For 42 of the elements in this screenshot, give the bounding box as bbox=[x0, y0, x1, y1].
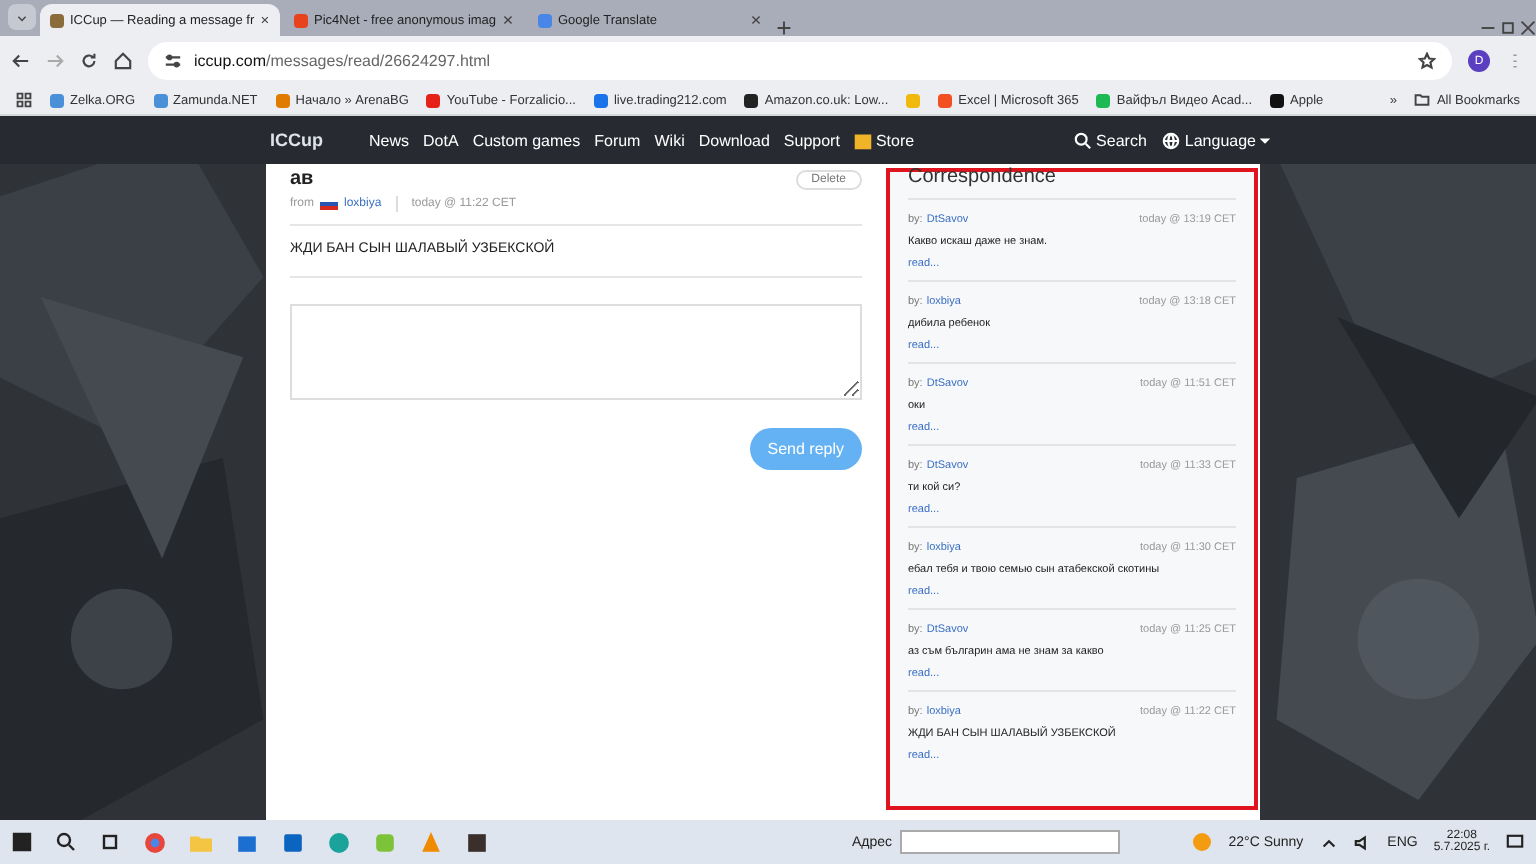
search-icon[interactable] bbox=[1074, 131, 1093, 149]
nav-link[interactable]: Support bbox=[783, 131, 840, 149]
store-link[interactable]: Store bbox=[853, 131, 915, 149]
nav-link[interactable]: Forum bbox=[594, 131, 641, 149]
back-arrow-icon[interactable] bbox=[12, 52, 30, 70]
chevron-down-icon[interactable] bbox=[16, 11, 28, 23]
language-menu[interactable]: Language bbox=[1162, 131, 1270, 149]
task-view-icon[interactable] bbox=[100, 832, 120, 852]
apps-grid-icon[interactable] bbox=[16, 92, 32, 108]
nav-link[interactable]: Download bbox=[698, 131, 770, 149]
address-field[interactable] bbox=[900, 830, 1121, 854]
panel-title: Correspondence bbox=[908, 166, 1236, 200]
maximize-icon[interactable] bbox=[1500, 20, 1516, 36]
nav-link[interactable]: Wiki bbox=[654, 131, 685, 149]
cart-icon[interactable] bbox=[853, 131, 872, 149]
star-icon[interactable] bbox=[1418, 52, 1436, 70]
plus-icon[interactable] bbox=[776, 20, 792, 36]
mail-app-icon[interactable] bbox=[282, 831, 304, 853]
speaker-icon[interactable] bbox=[1353, 833, 1372, 851]
browser-app-icon[interactable] bbox=[144, 831, 166, 853]
globe-icon[interactable] bbox=[1162, 131, 1181, 149]
address-bar[interactable]: iccup.com/messages/read/26624297.html bbox=[148, 42, 1452, 80]
nav-link[interactable]: News bbox=[369, 131, 410, 149]
search-link[interactable]: Search bbox=[1074, 131, 1147, 149]
nav-link[interactable]: DotA bbox=[423, 131, 459, 149]
site-logo[interactable]: ICCup bbox=[270, 130, 323, 150]
notification-icon[interactable] bbox=[1506, 833, 1524, 851]
close-icon[interactable] bbox=[260, 14, 270, 26]
site-settings-icon[interactable] bbox=[164, 52, 182, 70]
folder-icon[interactable] bbox=[1414, 92, 1431, 108]
flag-icon bbox=[320, 198, 338, 210]
close-icon[interactable] bbox=[1520, 20, 1536, 36]
caret-icon[interactable] bbox=[1260, 135, 1270, 145]
close-icon[interactable] bbox=[502, 14, 514, 26]
message-title: ав bbox=[290, 168, 314, 190]
reply-field[interactable] bbox=[290, 304, 862, 400]
sun-icon bbox=[1192, 832, 1213, 852]
nav-link[interactable]: Custom games bbox=[472, 131, 581, 149]
search-icon[interactable] bbox=[56, 832, 76, 852]
reload-icon[interactable] bbox=[80, 52, 98, 70]
close-icon[interactable] bbox=[750, 14, 762, 26]
home-icon[interactable] bbox=[114, 52, 132, 70]
